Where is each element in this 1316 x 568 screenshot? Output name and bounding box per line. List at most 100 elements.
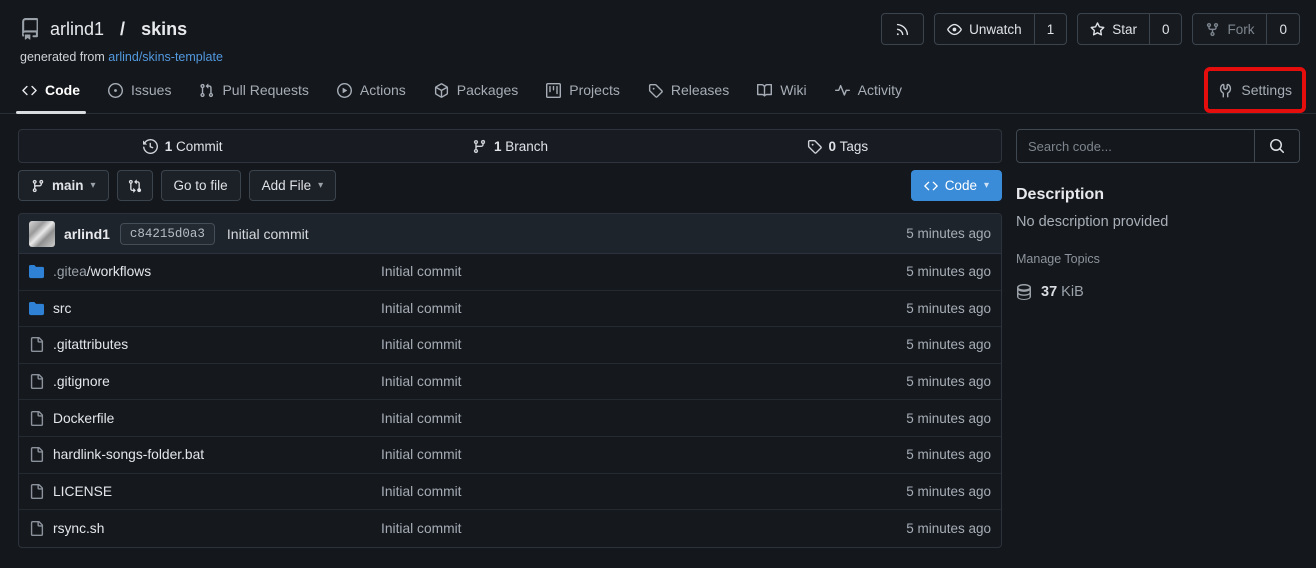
add-file-button[interactable]: Add File ▾ [249, 170, 337, 201]
commit-hash-link[interactable]: c84215d0a3 [120, 223, 215, 245]
repo-name-link[interactable]: skins [141, 19, 187, 40]
tags-stat[interactable]: 0 Tags [674, 139, 1001, 154]
unwatch-button[interactable]: Unwatch [935, 14, 1034, 44]
repo-stats-bar: 1 Commit 1 Branch 0 Tags [18, 129, 1002, 163]
tag-count: 0 [829, 139, 837, 154]
git-branch-icon [472, 139, 487, 154]
tab-pull-requests[interactable]: Pull Requests [185, 67, 322, 113]
tab-actions[interactable]: Actions [323, 67, 420, 113]
repo-owner-link[interactable]: arlind1 [50, 19, 104, 40]
branch-selector[interactable]: main ▾ [18, 170, 109, 201]
rss-button[interactable] [882, 14, 923, 44]
file-commit-message-link[interactable]: Initial commit [381, 521, 841, 536]
settings-highlight-box: Settings [1204, 67, 1306, 113]
star-icon [1090, 22, 1105, 37]
file-commit-time: 5 minutes ago [841, 447, 991, 462]
file-commit-time: 5 minutes ago [841, 374, 991, 389]
go-to-file-label: Go to file [174, 178, 228, 193]
repo-size-unit: KiB [1061, 284, 1084, 300]
file-commit-message-link[interactable]: Initial commit [381, 447, 841, 462]
issue-opened-icon [108, 83, 123, 98]
repo-size: 37 KiB [1016, 284, 1300, 300]
fork-button-group: Fork 0 [1192, 13, 1300, 45]
fork-label: Fork [1227, 22, 1254, 37]
file-commit-time: 5 minutes ago [841, 521, 991, 536]
tools-icon [1218, 83, 1233, 98]
branches-stat[interactable]: 1 Branch [346, 139, 673, 154]
file-commit-time: 5 minutes ago [841, 264, 991, 279]
star-label: Star [1112, 22, 1137, 37]
search-input[interactable] [1017, 130, 1254, 162]
repo-icon [18, 18, 40, 40]
file-name-link[interactable]: .gitea/workflows [29, 264, 381, 279]
file-commit-message-link[interactable]: Initial commit [381, 374, 841, 389]
template-repo-link[interactable]: arlind/skins-template [108, 50, 223, 64]
code-search [1016, 129, 1300, 163]
file-table: arlind1 c84215d0a3 Initial commit 5 minu… [18, 213, 1002, 548]
file-commit-time: 5 minutes ago [841, 337, 991, 352]
unwatch-label: Unwatch [969, 22, 1022, 37]
tag-icon [648, 83, 663, 98]
tab-issues[interactable]: Issues [94, 67, 185, 113]
fork-button[interactable]: Fork [1193, 14, 1266, 44]
repo-actions: Unwatch 1 Star 0 [881, 13, 1300, 45]
current-branch-name: main [52, 178, 84, 193]
commits-stat[interactable]: 1 Commit [19, 139, 346, 154]
file-icon [29, 484, 44, 499]
stars-count[interactable]: 0 [1149, 14, 1182, 44]
watchers-count[interactable]: 1 [1034, 14, 1067, 44]
repo-header: arlind1/skins Unwatch [0, 0, 1316, 64]
play-circle-icon [337, 83, 352, 98]
file-commit-message-link[interactable]: Initial commit [381, 337, 841, 352]
commit-author-link[interactable]: arlind1 [64, 226, 110, 242]
tag-count-label: Tags [840, 139, 869, 154]
search-button[interactable] [1254, 130, 1299, 162]
chevron-down-icon: ▾ [318, 181, 323, 191]
description-title: Description [1016, 186, 1300, 204]
code-toolbar: main ▾ Go to file Add File ▾ Code ▾ [18, 170, 1002, 201]
manage-topics-link[interactable]: Manage Topics [1016, 252, 1100, 266]
tab-pull-requests-label: Pull Requests [222, 82, 308, 98]
file-name-link[interactable]: .gitignore [29, 374, 381, 389]
branch-count-label: Branch [505, 139, 548, 154]
file-name-link[interactable]: .gitattributes [29, 337, 381, 352]
star-button[interactable]: Star [1078, 14, 1149, 44]
latest-commit-row: arlind1 c84215d0a3 Initial commit 5 minu… [19, 214, 1001, 254]
tab-code[interactable]: Code [8, 67, 94, 113]
file-commit-message-link[interactable]: Initial commit [381, 301, 841, 316]
history-icon [143, 139, 158, 154]
tab-releases[interactable]: Releases [634, 67, 743, 113]
code-download-button[interactable]: Code ▾ [911, 170, 1002, 201]
file-commit-time: 5 minutes ago [841, 301, 991, 316]
code-button-label: Code [945, 178, 977, 193]
package-icon [434, 83, 449, 98]
tab-activity[interactable]: Activity [821, 67, 916, 113]
file-commit-message-link[interactable]: Initial commit [381, 484, 841, 499]
book-icon [757, 83, 772, 98]
file-name-link[interactable]: hardlink-songs-folder.bat [29, 447, 381, 462]
code-icon [22, 83, 37, 98]
file-icon [29, 337, 44, 352]
file-name-link[interactable]: Dockerfile [29, 411, 381, 426]
file-name-link[interactable]: src [29, 301, 381, 316]
tab-settings-label: Settings [1241, 82, 1292, 98]
file-name-link[interactable]: LICENSE [29, 484, 381, 499]
tab-projects[interactable]: Projects [532, 67, 634, 113]
forks-count[interactable]: 0 [1266, 14, 1299, 44]
table-row: .gitattributes Initial commit 5 minutes … [19, 327, 1001, 364]
table-row: src Initial commit 5 minutes ago [19, 291, 1001, 328]
file-name-link[interactable]: rsync.sh [29, 521, 381, 536]
tab-issues-label: Issues [131, 82, 171, 98]
avatar[interactable] [29, 221, 55, 247]
git-branch-icon [31, 179, 45, 193]
compare-button[interactable] [117, 170, 153, 201]
tab-settings[interactable]: Settings [1208, 71, 1302, 109]
eye-icon [947, 22, 962, 37]
file-commit-message-link[interactable]: Initial commit [381, 264, 841, 279]
file-commit-message-link[interactable]: Initial commit [381, 411, 841, 426]
tab-packages[interactable]: Packages [420, 67, 532, 113]
table-row: rsync.sh Initial commit 5 minutes ago [19, 510, 1001, 547]
tab-wiki[interactable]: Wiki [743, 67, 820, 113]
go-to-file-button[interactable]: Go to file [161, 170, 241, 201]
commit-message-link[interactable]: Initial commit [227, 226, 309, 242]
